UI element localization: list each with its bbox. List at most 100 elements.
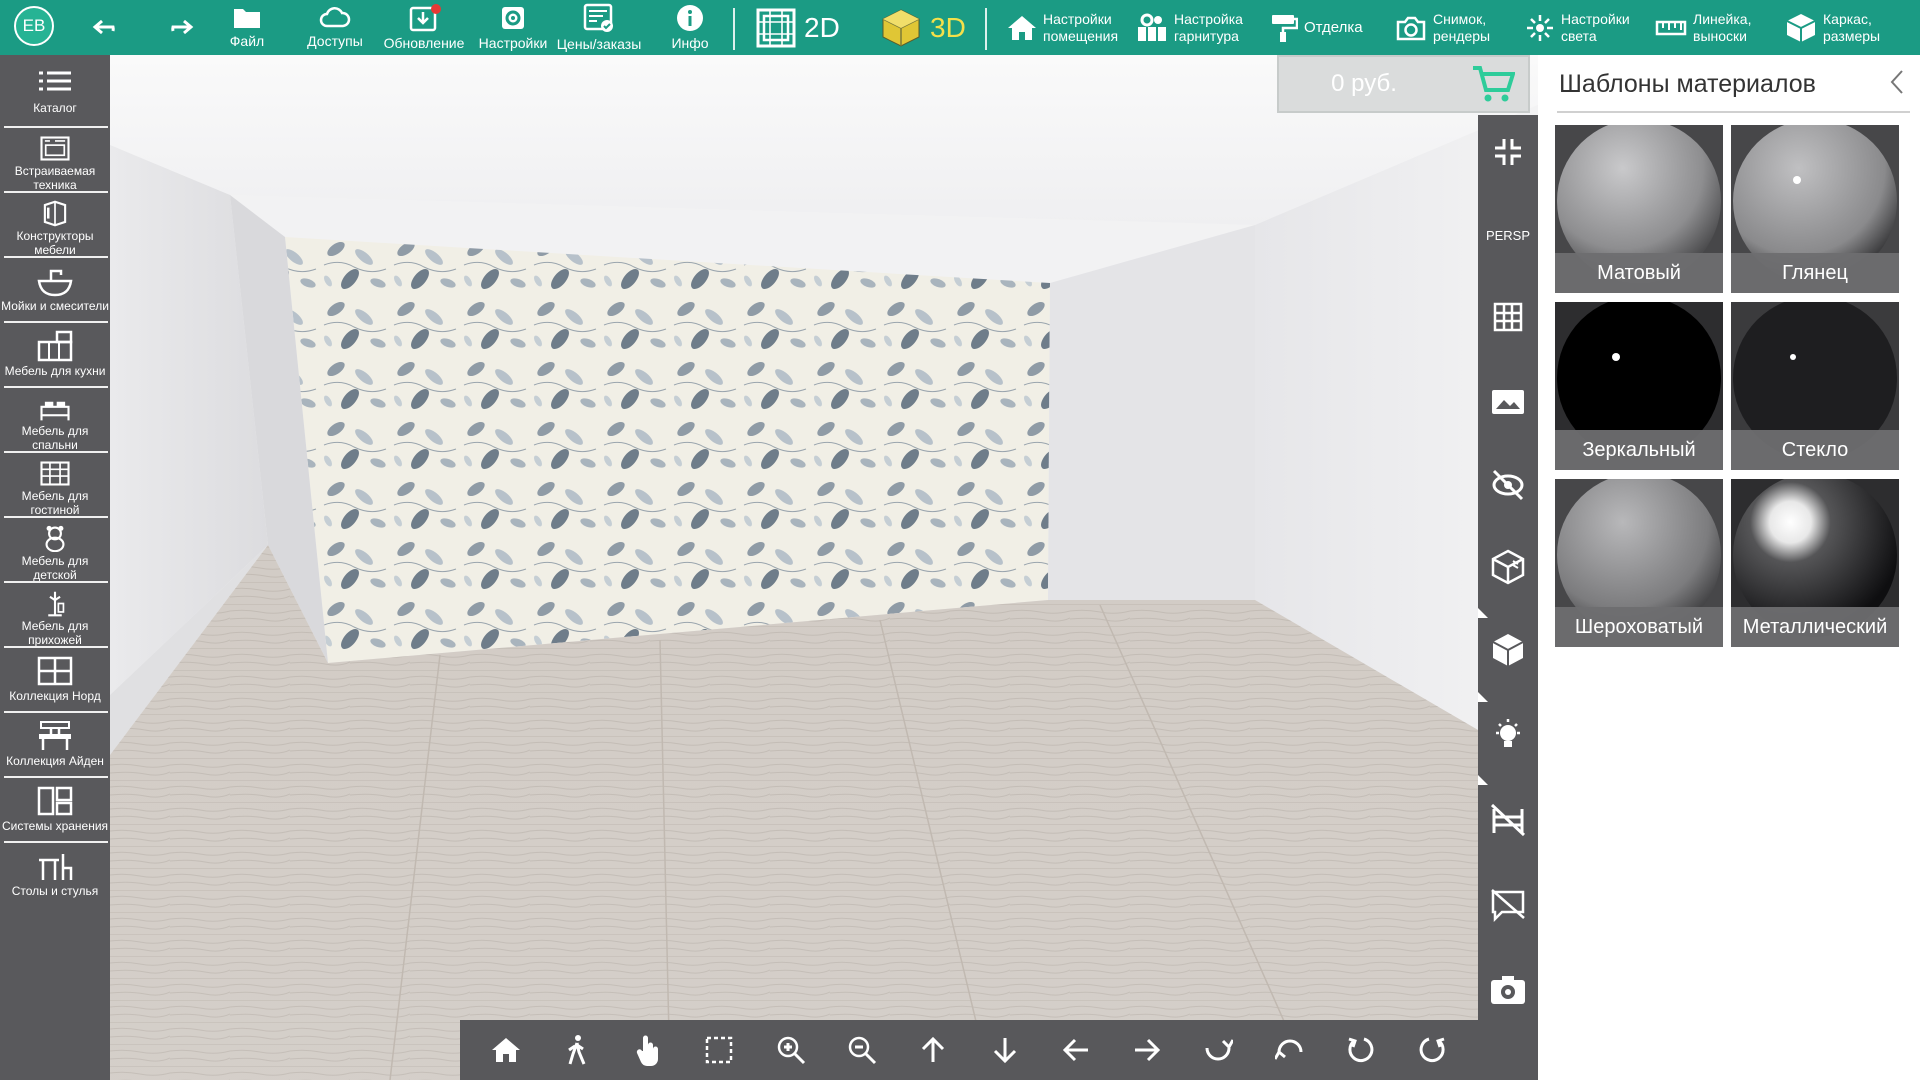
sidebar-item-4[interactable]: Мойки и смесители <box>0 257 110 322</box>
rotate-left-button[interactable] <box>1335 1024 1387 1076</box>
settings-label: Настройки <box>478 35 548 51</box>
info-button[interactable]: Инфо <box>668 0 712 55</box>
snapshot-render-button[interactable]: Снимок, рендеры <box>1395 0 1490 55</box>
room-settings-button[interactable]: Настройки помещения <box>1007 0 1118 55</box>
set-settings-button[interactable]: Настройка гарнитура <box>1136 0 1243 55</box>
home-view-button[interactable] <box>480 1024 532 1076</box>
kitchen-set-icon <box>1138 13 1166 41</box>
price-box[interactable]: 0 руб. <box>1277 55 1530 113</box>
bed-icon <box>40 401 70 421</box>
grid-toggle-button[interactable] <box>1478 300 1538 334</box>
folder-icon <box>234 9 260 28</box>
zoom-region-button[interactable] <box>693 1024 745 1076</box>
sidebar-item-label: Столы и стулья <box>11 884 99 898</box>
pan-touch-button[interactable] <box>622 1024 674 1076</box>
list-icon <box>39 71 71 91</box>
sidebar-item-5[interactable]: Мебель для кухни <box>0 322 110 387</box>
material-tile-matte[interactable]: Матовый <box>1555 125 1723 293</box>
access-label: Доступы <box>307 33 363 49</box>
move-down-button[interactable] <box>979 1024 1031 1076</box>
hide-texture-button[interactable] <box>1478 465 1538 505</box>
settings-button[interactable]: Настройки <box>476 0 550 55</box>
access-button[interactable]: Доступы <box>300 0 370 55</box>
file-label: Файл <box>229 33 265 49</box>
projection-toggle[interactable]: PERSP <box>1478 225 1538 245</box>
3d-viewport[interactable] <box>110 55 1538 1080</box>
table-chair-icon <box>39 854 73 880</box>
ruler-icon <box>1655 20 1687 35</box>
update-button[interactable]: Обновление <box>383 0 465 55</box>
wireframe-box-button[interactable] <box>1478 547 1538 587</box>
walk-mode-button[interactable] <box>551 1024 603 1076</box>
teddy-bear-icon <box>45 525 65 552</box>
download-update-icon <box>409 4 441 32</box>
finish-button[interactable]: Отделка <box>1270 0 1363 55</box>
paint-roller-icon <box>1272 14 1298 42</box>
cube-3d-icon <box>882 8 920 47</box>
background-image-button[interactable] <box>1478 385 1538 419</box>
house-icon <box>1008 15 1036 40</box>
mode-3d-button[interactable]: 3D <box>880 0 966 55</box>
camera-icon <box>1396 16 1426 40</box>
move-right-button[interactable] <box>1121 1024 1173 1076</box>
texture-off-icon <box>1492 469 1524 501</box>
material-tile-glass[interactable]: Стекло <box>1731 302 1899 470</box>
sidebar-item-7[interactable]: Мебель для гостиной <box>0 452 110 517</box>
sidebar-item-11[interactable]: Коллекция Айден <box>0 712 110 777</box>
mode-2d-button[interactable]: 2D <box>756 0 840 55</box>
light-settings-button[interactable]: Настройки света <box>1525 0 1630 55</box>
collapse-button[interactable] <box>1478 135 1538 169</box>
sidebar-item-12[interactable]: Системы хранения <box>0 777 110 842</box>
zoom-in-button[interactable] <box>765 1024 817 1076</box>
hide-labels-button[interactable] <box>1478 885 1538 925</box>
sun-light-icon <box>1527 14 1553 41</box>
light-toggle-button[interactable] <box>1478 715 1538 755</box>
sidebar-item-2[interactable]: Встраиваемая техника <box>0 127 110 192</box>
redo-button[interactable] <box>158 0 198 55</box>
sidebar-item-13[interactable]: Столы и стулья <box>0 842 110 922</box>
update-label: Обновление <box>383 35 465 51</box>
chevron-left-icon[interactable] <box>1882 67 1912 97</box>
hide-furniture-button[interactable] <box>1478 800 1538 840</box>
ruler-button[interactable]: Линейка, выноски <box>1655 0 1751 55</box>
sidebar-item-10[interactable]: Коллекция Норд <box>0 647 110 712</box>
material-tile-rough[interactable]: Шероховатый <box>1555 479 1723 647</box>
oven-icon <box>40 136 70 161</box>
sidebar-item-6[interactable]: Мебель для спальни <box>0 387 110 452</box>
solid-box-button[interactable] <box>1478 630 1538 670</box>
zoom-out-button[interactable] <box>836 1024 888 1076</box>
rotate-right-button[interactable] <box>1406 1024 1458 1076</box>
view-tools-strip: PERSP <box>1478 115 1538 1080</box>
material-tile-mirror[interactable]: Зеркальный <box>1555 302 1723 470</box>
orbit-down-button[interactable] <box>1192 1024 1244 1076</box>
prices-orders-button[interactable]: Цены/заказы <box>553 0 645 55</box>
material-templates-panel: Шаблоны материалов Матовый Глянец Зеркальн… <box>1538 55 1920 1080</box>
room-settings-label: Настройки помещения <box>1043 10 1119 44</box>
material-tile-gloss[interactable]: Глянец <box>1731 125 1899 293</box>
projection-label: PERSP <box>1485 227 1531 243</box>
sidebar-item-1[interactable]: Каталог <box>0 55 110 127</box>
toolbar-divider <box>985 8 987 50</box>
plan-grid-icon <box>756 8 796 47</box>
screenshot-button[interactable] <box>1478 970 1538 1010</box>
selection-rect-icon <box>706 1036 733 1064</box>
sidebar-item-8[interactable]: Мебель для детской <box>0 517 110 582</box>
file-menu-button[interactable]: Файл <box>222 0 272 55</box>
panel-title: Шаблоны материалов <box>1559 70 1816 98</box>
frame-dimensions-button[interactable]: Каркас, размеры <box>1785 0 1880 55</box>
solid-cube-icon <box>1492 634 1524 666</box>
move-up-button[interactable] <box>907 1024 959 1076</box>
rotate-down-icon <box>1205 1039 1234 1061</box>
sidebar-item-3[interactable]: Конструкторы мебели <box>0 192 110 257</box>
sidebar-item-9[interactable]: Мебель для прихожей <box>0 582 110 647</box>
move-left-button[interactable] <box>1050 1024 1102 1076</box>
walking-person-icon <box>568 1035 586 1065</box>
user-avatar[interactable]: EB <box>14 6 54 46</box>
undo-button[interactable] <box>88 0 128 55</box>
orbit-up-button[interactable] <box>1264 1024 1316 1076</box>
sidebar-item-label: Мебель для детской <box>21 554 89 582</box>
set-settings-label: Настройка гарнитура <box>1174 10 1243 44</box>
catalog-sidebar: Каталог Встраиваемая техника Конструкторы … <box>0 55 110 1080</box>
cube-builder-icon <box>43 200 67 227</box>
material-tile-metal[interactable]: Металлический <box>1731 479 1899 647</box>
